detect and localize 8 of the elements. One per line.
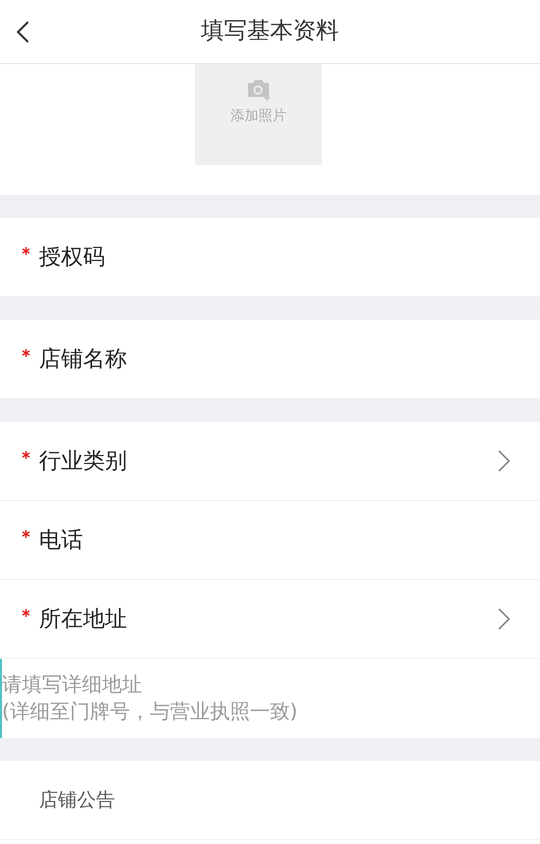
field-label: 授权码 xyxy=(39,244,105,272)
field-label: 店铺公告 xyxy=(39,788,115,813)
field-label: 电话 xyxy=(39,526,83,554)
back-icon xyxy=(16,20,30,44)
page-title: 填写基本资料 xyxy=(201,17,339,46)
field-label: 所在地址 xyxy=(39,606,127,634)
field-label: 店铺名称 xyxy=(39,346,127,374)
field-label: 行业类别 xyxy=(39,448,127,476)
